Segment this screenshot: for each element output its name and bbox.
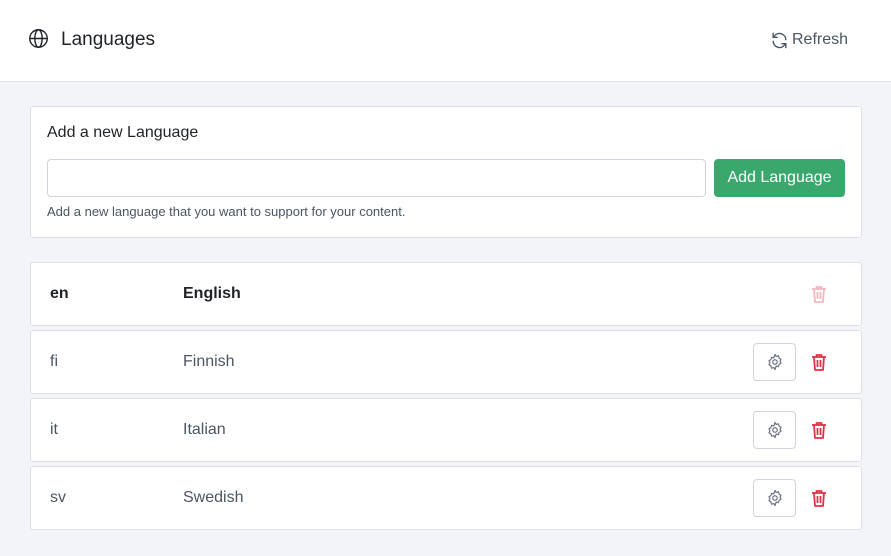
trash-icon xyxy=(812,422,826,439)
language-code: fi xyxy=(50,353,58,370)
gear-icon xyxy=(767,421,782,439)
trash-icon xyxy=(812,490,826,507)
language-row-fi: fi Finnish xyxy=(30,330,862,394)
delete-button[interactable] xyxy=(807,418,831,442)
settings-button[interactable] xyxy=(753,479,796,517)
settings-button[interactable] xyxy=(753,411,796,449)
settings-button[interactable] xyxy=(753,343,796,381)
delete-button xyxy=(807,282,831,306)
language-row-en: en English xyxy=(30,262,862,326)
page-title: Languages xyxy=(61,29,156,50)
add-language-help: Add a new language that you want to supp… xyxy=(47,204,406,219)
gear-icon xyxy=(767,353,782,371)
gear-icon xyxy=(767,489,782,507)
refresh-icon xyxy=(772,32,787,48)
language-name: English xyxy=(183,285,241,302)
trash-icon xyxy=(812,354,826,371)
language-row-it: it Italian xyxy=(30,398,862,462)
add-language-title: Add a new Language xyxy=(47,124,199,141)
delete-button[interactable] xyxy=(807,350,831,374)
language-name: Finnish xyxy=(183,353,235,370)
delete-button[interactable] xyxy=(807,486,831,510)
language-input[interactable] xyxy=(47,159,706,197)
refresh-button[interactable]: Refresh xyxy=(770,27,848,53)
trash-icon xyxy=(812,286,826,303)
globe-icon xyxy=(29,29,48,48)
language-code: en xyxy=(50,285,69,302)
refresh-label: Refresh xyxy=(792,31,849,48)
language-row-sv: sv Swedish xyxy=(30,466,862,530)
add-language-card: Add a new Language Add Language Add a ne… xyxy=(30,106,862,238)
language-name: Italian xyxy=(183,421,226,438)
add-language-button[interactable]: Add Language xyxy=(714,159,845,197)
language-code: sv xyxy=(50,489,66,506)
page-header: Languages Refresh xyxy=(0,0,891,82)
language-name: Swedish xyxy=(183,489,244,506)
language-code: it xyxy=(50,421,58,438)
